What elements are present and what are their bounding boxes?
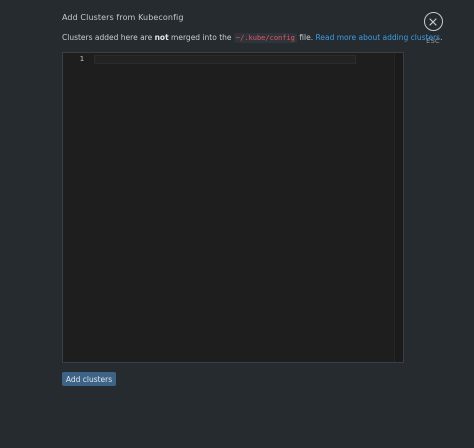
dialog-description: Clusters added here are not merged into … — [62, 33, 442, 43]
description-middle: merged into the — [168, 33, 234, 42]
description-prefix: Clusters added here are — [62, 33, 155, 42]
close-icon — [429, 17, 437, 26]
kubeconfig-editor[interactable]: 1 — [62, 52, 404, 363]
read-more-link[interactable]: Read more about adding clusters — [315, 33, 440, 42]
description-suffix: file. — [296, 33, 316, 42]
description-emphasis: not — [154, 33, 169, 42]
esc-hint: ESC — [426, 37, 440, 45]
editor-scrollbar[interactable] — [394, 53, 403, 362]
dialog-title: Add Clusters from Kubeconfig — [62, 13, 184, 22]
close-button[interactable] — [423, 12, 443, 31]
current-line-highlight — [94, 55, 356, 64]
kubeconfig-path: ~/.kube/config — [233, 33, 297, 43]
editor-gutter: 1 — [63, 53, 93, 362]
add-clusters-button[interactable]: Add clusters — [62, 372, 116, 386]
close-control: ESC — [423, 12, 443, 45]
line-number: 1 — [79, 55, 84, 63]
